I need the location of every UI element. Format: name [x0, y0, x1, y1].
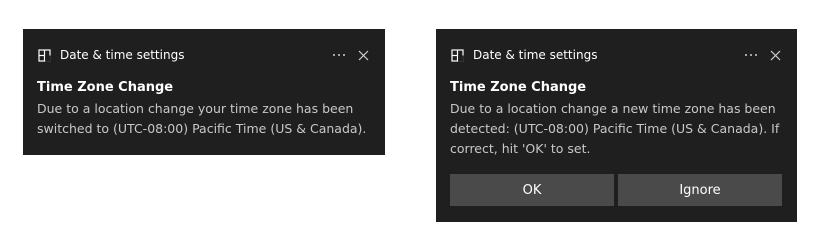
app-name: Date & time settings [473, 48, 598, 62]
toast-actions: OK Ignore [450, 174, 782, 206]
close-icon[interactable] [355, 47, 371, 63]
ok-button[interactable]: OK [450, 174, 614, 206]
app-name: Date & time settings [60, 48, 185, 62]
toast-body: Due to a location change a new time zone… [450, 101, 780, 156]
toast-body: Due to a location change your time zone … [37, 101, 367, 136]
toast-header: Date & time settings [37, 46, 371, 64]
notification-toast-detected[interactable]: Date & time settings Time Zone Change Du… [436, 29, 797, 222]
toast-header: Date & time settings [450, 46, 783, 64]
close-icon[interactable] [767, 47, 783, 63]
toast-title: Time Zone Change [37, 80, 174, 95]
ignore-button[interactable]: Ignore [618, 174, 782, 206]
settings-panel-icon [450, 48, 464, 62]
notification-toast-switched[interactable]: Date & time settings Time Zone Change Du… [23, 29, 385, 155]
toast-title: Time Zone Change [450, 80, 587, 95]
more-dots-icon[interactable] [743, 47, 759, 63]
settings-panel-icon [37, 48, 51, 62]
more-dots-icon[interactable] [331, 47, 347, 63]
